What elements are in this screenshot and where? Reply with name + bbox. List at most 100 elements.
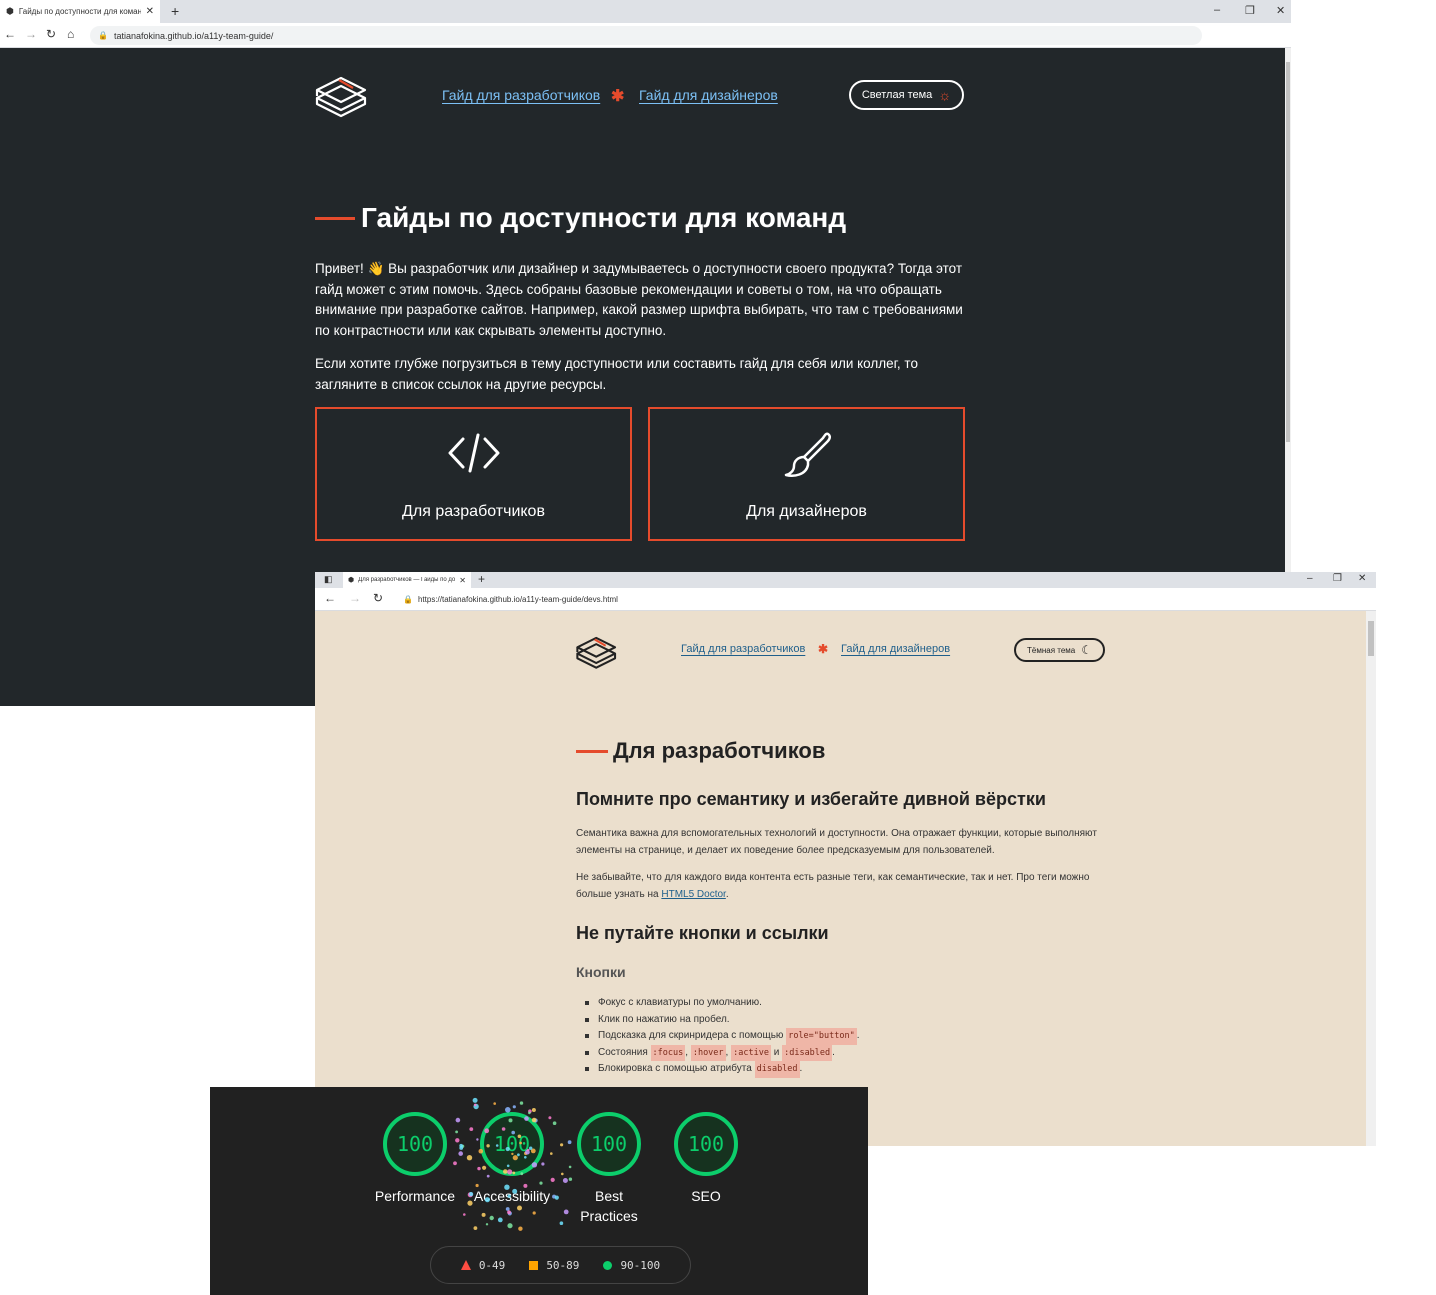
confetti-dot xyxy=(567,1140,572,1145)
reload-icon[interactable]: ↻ xyxy=(46,27,56,41)
scrollbar[interactable] xyxy=(1366,611,1376,1146)
tab-title: Гайды по доступности для команд xyxy=(18,7,141,16)
list-item-text: Подсказка для скринридера с помощью xyxy=(598,1030,784,1041)
page-title: Гайды по доступности для команд xyxy=(315,202,846,234)
forward-icon[interactable]: → xyxy=(25,27,37,41)
browser-window-light: ◧ ⬢ Для разработчиков — Гайды по доступн… xyxy=(315,572,1376,1146)
home-icon[interactable]: ⌂ xyxy=(67,27,74,41)
confetti-dot xyxy=(504,1184,510,1190)
confetti-dot xyxy=(508,1118,513,1123)
confetti-dot xyxy=(484,1197,490,1203)
confetti-dot xyxy=(475,1183,479,1188)
tab-active[interactable]: ⬢ Для разработчиков — Гайды по доступнос… xyxy=(343,572,471,588)
confetti-dot xyxy=(531,1162,538,1168)
gauge-seo[interactable]: 100 xyxy=(674,1112,738,1176)
confetti-dot xyxy=(531,1117,537,1123)
confetti-dot xyxy=(550,1177,555,1182)
confetti-dot xyxy=(486,1144,490,1148)
tags-paragraph-end: . xyxy=(725,889,729,900)
restore-icon[interactable]: ❐ xyxy=(1245,4,1255,17)
list-item: Фокус с клавиатуры по умолчанию. xyxy=(577,995,860,1012)
confetti-dot xyxy=(562,1178,568,1183)
forward-icon[interactable]: → xyxy=(349,591,361,605)
list-item: Блокировка с помощью атрибута disabled. xyxy=(577,1061,860,1078)
card-devs[interactable]: Для разработчиков xyxy=(315,407,632,541)
title-dash xyxy=(315,216,355,220)
confetti-dot xyxy=(473,1226,478,1230)
confetti-dot xyxy=(554,1195,559,1200)
html5-doctor-link[interactable]: HTML5 Doctor xyxy=(661,889,725,900)
confetti-dot xyxy=(481,1212,486,1217)
close-tab-icon[interactable]: ✕ xyxy=(146,6,154,17)
confetti-dot xyxy=(507,1223,513,1229)
confetti-dot xyxy=(539,1181,543,1185)
confetti-dot xyxy=(552,1121,557,1125)
close-window-icon[interactable]: ✕ xyxy=(1358,573,1366,584)
confetti-dot xyxy=(517,1205,522,1211)
scrollbar-thumb[interactable] xyxy=(1286,62,1290,442)
list-item-and: и xyxy=(770,1046,783,1058)
theme-toggle-button[interactable]: Светлая тема ☼ xyxy=(849,80,964,110)
back-icon[interactable]: ← xyxy=(4,27,16,41)
gauge-value: 100 xyxy=(590,1132,628,1156)
logo-books-icon[interactable] xyxy=(574,630,620,674)
code-focus: :focus xyxy=(650,1044,686,1061)
tab-actions-icon[interactable]: ◧ xyxy=(324,574,333,585)
close-tab-icon[interactable]: ✕ xyxy=(459,576,466,585)
logo-books-icon[interactable] xyxy=(313,68,371,124)
confetti-dot xyxy=(455,1117,461,1123)
new-tab-icon[interactable]: + xyxy=(171,3,179,19)
confetti-dot xyxy=(526,1148,530,1152)
confetti-dot xyxy=(505,1207,510,1211)
close-window-icon[interactable]: ✕ xyxy=(1276,4,1285,17)
scrollbar-thumb[interactable] xyxy=(1368,621,1374,656)
favicon-icon: ⬢ xyxy=(6,6,14,16)
minimize-icon[interactable]: – xyxy=(1307,573,1313,584)
confetti-dot xyxy=(561,1172,564,1176)
confetti-dot xyxy=(473,1103,477,1107)
brush-icon xyxy=(784,432,831,477)
url-input[interactable]: 🔒 tatianafokina.github.io/a11y-team-guid… xyxy=(90,26,1202,45)
confetti-dot xyxy=(467,1200,473,1206)
card-designers-label: Для дизайнеров xyxy=(746,503,867,520)
back-icon[interactable]: ← xyxy=(324,591,336,605)
nav-link-designers[interactable]: Гайд для дизайнеров xyxy=(639,87,778,103)
minimize-icon[interactable]: – xyxy=(1214,4,1220,16)
confetti-dot xyxy=(520,1172,524,1176)
gauge-performance[interactable]: 100 xyxy=(383,1112,447,1176)
code-disabled-attr: disabled xyxy=(754,1061,800,1078)
restore-icon[interactable]: ❐ xyxy=(1333,573,1342,584)
list-item-end: . xyxy=(799,1063,803,1074)
gauge-best-practices[interactable]: 100 xyxy=(577,1112,641,1176)
confetti-decoration xyxy=(453,1097,573,1231)
reload-icon[interactable]: ↻ xyxy=(373,591,383,605)
confetti-dot xyxy=(489,1215,494,1221)
code-icon xyxy=(448,433,499,473)
url-input[interactable]: 🔒 https://tatianafokina.github.io/a11y-t… xyxy=(397,592,1197,607)
confetti-dot xyxy=(455,1138,460,1143)
card-designers[interactable]: Для дизайнеров xyxy=(648,407,965,541)
legend-average-label: 50-89 xyxy=(546,1258,580,1272)
semantics-paragraph: Семантика важна для вспомогательных техн… xyxy=(576,828,1097,856)
nav-link-designers[interactable]: Гайд для дизайнеров xyxy=(841,643,950,655)
confetti-dot xyxy=(512,1105,516,1109)
confetti-dot xyxy=(486,1174,490,1178)
new-tab-icon[interactable]: + xyxy=(478,572,485,586)
nav-link-devs[interactable]: Гайд для разработчиков xyxy=(442,87,600,103)
legend-fail-label: 0-49 xyxy=(478,1258,506,1272)
code-role-button: role="button" xyxy=(786,1028,857,1045)
confetti-dot xyxy=(519,1101,524,1105)
confetti-dot xyxy=(507,1194,511,1198)
list-item: Подсказка для скринридера с помощью role… xyxy=(577,1028,860,1045)
confetti-dot xyxy=(459,1143,463,1148)
confetti-dot xyxy=(524,1156,527,1159)
confetti-dot xyxy=(519,1141,522,1145)
nav-link-devs[interactable]: Гайд для разработчиков xyxy=(681,643,805,655)
theme-toggle-button[interactable]: Тёмная тема ☾ xyxy=(1014,638,1105,662)
confetti-dot xyxy=(469,1127,474,1131)
legend-average: 50-89 xyxy=(529,1259,579,1272)
confetti-dot xyxy=(568,1165,572,1169)
gauge-label-best-practices: Best Practices xyxy=(580,1188,638,1224)
tab-active[interactable]: ⬢ Гайды по доступности для команд ✕ xyxy=(0,0,160,23)
page-title-text: Для разработчиков xyxy=(613,738,826,763)
